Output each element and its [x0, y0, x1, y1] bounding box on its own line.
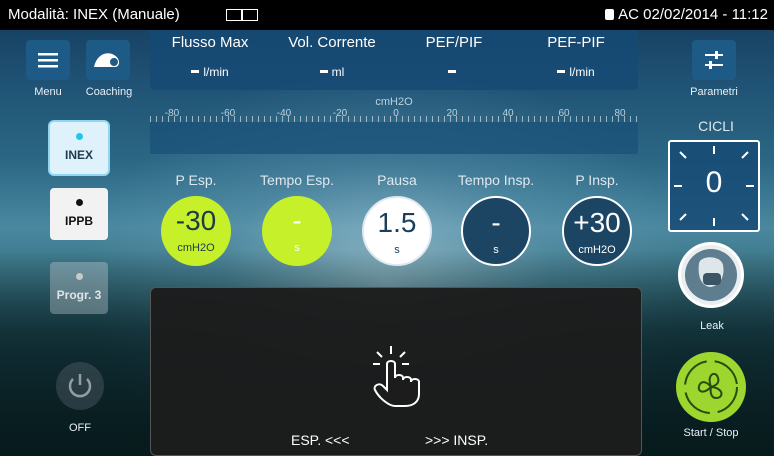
measurement-unit: l/min [203, 65, 229, 79]
status-bar: Modalità: INEX (Manuale) AC 02/02/2014 -… [0, 0, 774, 30]
mode-label: INEX [64, 148, 93, 162]
param-value: 1.5 [377, 207, 417, 238]
hamburger-icon [38, 53, 58, 68]
pef-pif-ratio: PEF/PIF [394, 34, 514, 79]
pausa-dial[interactable]: 1.5 s [362, 196, 432, 266]
param-value: -30 [175, 205, 217, 236]
mode-label: Progr. 3 [56, 288, 102, 302]
breath-control-panel[interactable]: ESP. <<< >>> INSP. [150, 287, 642, 456]
mode-inex-button[interactable]: INEX [50, 122, 108, 174]
cicli-label: CICLI [698, 118, 734, 134]
param-value: - [292, 205, 302, 236]
pressure-bar [150, 122, 638, 154]
measurement-header: Flusso Max [171, 34, 249, 51]
measurements-panel: Flusso Max l/min Vol. Corrente ml PEF/PI… [150, 30, 638, 90]
power-icon [68, 374, 92, 398]
leak-label: Leak [700, 320, 724, 332]
p-esp-dial[interactable]: -30 cmH2O [161, 196, 231, 266]
parametri-button[interactable] [692, 40, 736, 80]
coaching-label: Coaching [85, 86, 133, 98]
measurement-unit: ml [331, 65, 345, 79]
mode-label: IPPB [64, 214, 93, 228]
status-right: AC 02/02/2014 - 11:12 [605, 0, 768, 30]
mode-indicator-dot [75, 273, 83, 280]
leak-button[interactable] [678, 242, 744, 308]
param-label-tempo-insp: Tempo Insp. [457, 172, 535, 188]
flusso-max: Flusso Max l/min [150, 34, 270, 79]
tempo-insp-dial[interactable]: - s [461, 196, 531, 266]
mode-title: Modalità: INEX (Manuale) [8, 6, 180, 23]
fan-icon [684, 360, 738, 414]
mask-face-icon [685, 249, 737, 301]
scale-unit: cmH2O [375, 96, 413, 108]
esp-direction-label: ESP. <<< [291, 432, 350, 448]
param-unit: s [394, 244, 400, 256]
off-label: OFF [69, 422, 91, 434]
measurement-header: PEF/PIF [425, 34, 483, 51]
coaching-icon [94, 53, 120, 67]
lock-icon [605, 9, 615, 20]
power-off-button[interactable] [56, 362, 104, 410]
cicli-value: 0 [705, 166, 723, 199]
start-stop-label: Start / Stop [683, 427, 739, 439]
mode-ippb-button[interactable]: IPPB [50, 188, 108, 240]
measurement-unit: l/min [569, 65, 595, 79]
pressure-scale: cmH2O -80 -60 -40 -20 0 20 40 60 80 [150, 96, 638, 154]
mode-indicator-dot [75, 199, 83, 206]
pef-pif-diff: PEF-PIF l/min [516, 34, 636, 79]
param-label-tempo-esp: Tempo Esp. [260, 172, 334, 188]
param-label-p-insp: P Insp. [575, 172, 619, 188]
param-unit: cmH2O [578, 244, 616, 256]
param-label-pausa: Pausa [377, 172, 417, 188]
cicli-counter: 0 [668, 140, 760, 232]
tempo-esp-dial[interactable]: - s [262, 196, 332, 266]
menu-button[interactable] [26, 40, 70, 80]
param-value: +30 [573, 207, 621, 238]
param-label-p-esp: P Esp. [175, 172, 217, 188]
mode-progr3-button[interactable]: Progr. 3 [50, 262, 108, 314]
param-unit: cmH2O [177, 242, 215, 254]
param-unit: s [294, 242, 300, 254]
battery-icon [226, 9, 258, 21]
tap-hand-icon [373, 346, 420, 407]
coaching-button[interactable] [86, 40, 130, 80]
menu-label: Menu [34, 86, 62, 98]
param-value: - [491, 207, 501, 238]
sliders-icon [705, 51, 723, 69]
vol-corrente: Vol. Corrente ml [272, 34, 392, 79]
param-unit: s [493, 244, 499, 256]
measurement-header: PEF-PIF [547, 34, 605, 51]
measurement-header: Vol. Corrente [288, 34, 376, 51]
p-insp-dial[interactable]: +30 cmH2O [562, 196, 632, 266]
datetime: AC 02/02/2014 - 11:12 [618, 6, 768, 23]
insp-direction-label: >>> INSP. [425, 432, 489, 448]
start-stop-button[interactable] [676, 352, 746, 422]
mode-indicator-dot [75, 133, 83, 140]
parametri-label: Parametri [690, 86, 738, 98]
